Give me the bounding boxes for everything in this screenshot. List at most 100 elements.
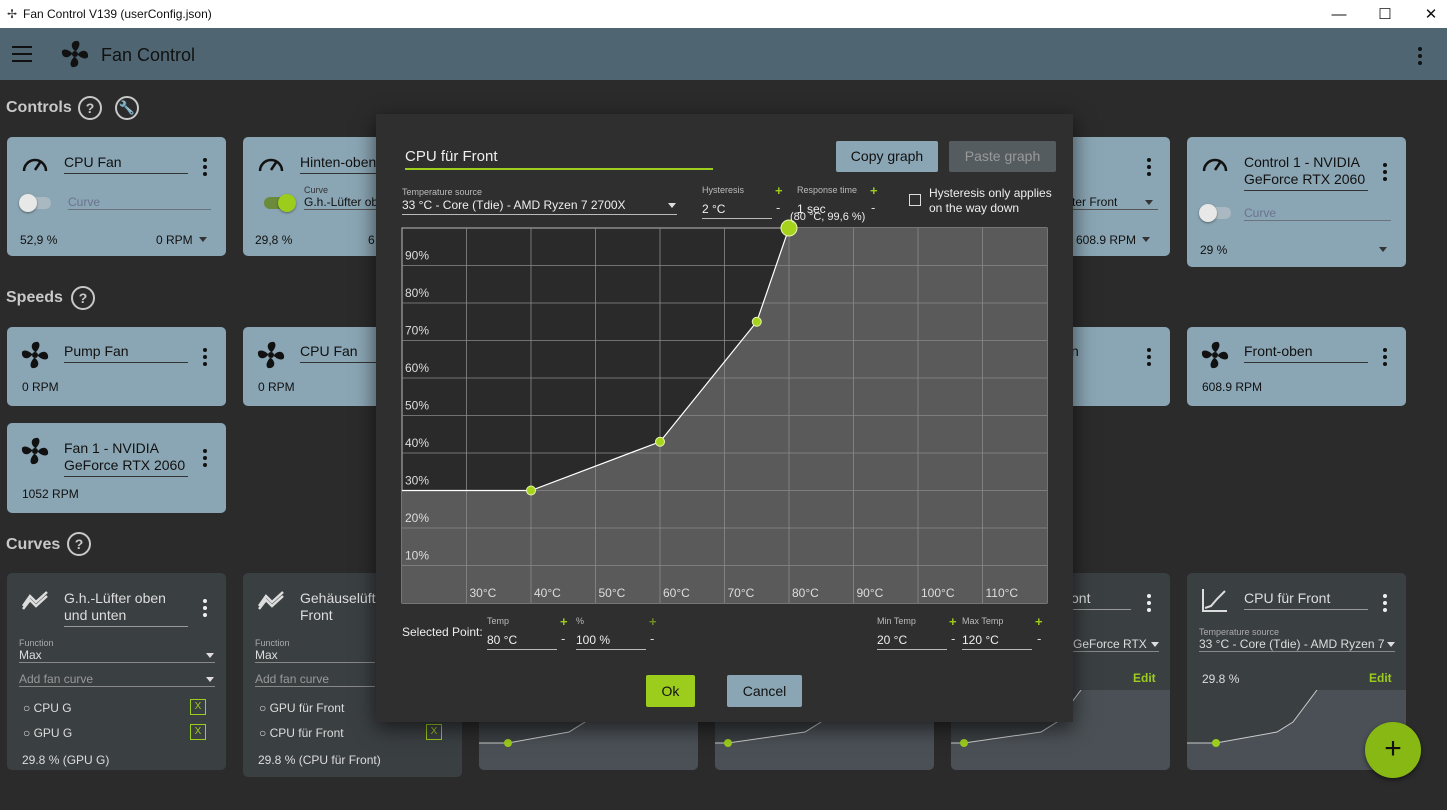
temp-input[interactable]: 80 °C bbox=[487, 633, 557, 650]
remove-button[interactable]: X bbox=[190, 724, 206, 740]
chart-y-tick-label: 30% bbox=[405, 474, 429, 488]
control-title[interactable]: Hinten-oben bbox=[300, 154, 383, 174]
percent-plus-button[interactable]: + bbox=[649, 614, 657, 629]
dropdown-arrow-icon[interactable] bbox=[206, 677, 214, 682]
list-item: ○ GPU G bbox=[23, 726, 73, 740]
function-select[interactable]: Max bbox=[19, 648, 215, 663]
chart-point[interactable] bbox=[655, 436, 665, 447]
card-menu-icon[interactable] bbox=[203, 158, 207, 179]
dropdown-arrow-icon[interactable] bbox=[206, 653, 214, 658]
maximize-button[interactable]: ☐ bbox=[1362, 0, 1408, 28]
dropdown-arrow-icon[interactable] bbox=[1145, 200, 1153, 205]
function-select[interactable]: Max bbox=[255, 648, 375, 663]
speed-title[interactable]: Pump Fan bbox=[64, 343, 188, 363]
speed-title[interactable]: Front-oben bbox=[1244, 343, 1368, 363]
edit-link[interactable]: Edit bbox=[1133, 671, 1156, 685]
temp-source-select[interactable]: GeForce RTX bbox=[1073, 637, 1159, 652]
close-button[interactable]: ✕ bbox=[1408, 0, 1447, 28]
chart-x-tick-label: 60°C bbox=[663, 586, 690, 600]
max-temp-minus-button[interactable]: - bbox=[1037, 631, 1041, 646]
toggle-switch[interactable] bbox=[19, 194, 51, 212]
speed-title[interactable]: CPU Fan bbox=[300, 343, 383, 363]
fan-curve-chart[interactable]: 30°C 40°C 50°C 60°C 70°C 80°C 90°C 100°C 110°C 10… bbox=[376, 114, 1073, 614]
card-menu-icon[interactable] bbox=[203, 348, 207, 369]
toggle-switch[interactable] bbox=[264, 194, 296, 212]
dropdown-arrow-icon[interactable] bbox=[1387, 642, 1395, 647]
chart-y-tick-label: 20% bbox=[405, 511, 429, 525]
temp-source-select[interactable]: 33 °C - Core (Tdie) - AMD Ryzen 7 bbox=[1199, 637, 1395, 652]
speed-title[interactable]: Fan 1 - NVIDIA GeForce RTX 2060 bbox=[64, 440, 188, 477]
edit-link[interactable]: Edit bbox=[1369, 671, 1392, 685]
ok-button[interactable]: Ok bbox=[646, 675, 695, 707]
toggle-switch[interactable] bbox=[1199, 204, 1231, 222]
control-card-front[interactable]: ter Front 608.9 RPM bbox=[1066, 137, 1170, 256]
cancel-button[interactable]: Cancel bbox=[727, 675, 802, 707]
card-menu-icon[interactable] bbox=[203, 449, 207, 470]
card-menu-icon[interactable] bbox=[1383, 163, 1387, 184]
card-menu-icon[interactable] bbox=[203, 599, 207, 620]
curve-title[interactable]: ont bbox=[1071, 590, 1131, 610]
card-menu-icon[interactable] bbox=[1147, 594, 1151, 615]
add-fan-curve-select[interactable]: Add fan curve bbox=[255, 672, 375, 687]
fan-icon bbox=[1201, 341, 1229, 369]
expand-chevron-icon[interactable] bbox=[1379, 247, 1387, 252]
curve-title[interactable]: CPU für Front bbox=[1244, 590, 1368, 610]
max-temp-plus-button[interactable]: + bbox=[1035, 614, 1043, 629]
control-title[interactable]: CPU Fan bbox=[64, 154, 188, 174]
curve-card-gh-luefter[interactable]: G.h.-Lüfter oben und unten Function Max … bbox=[7, 573, 226, 770]
curve-percent: 29.8 % bbox=[1202, 672, 1240, 686]
chart-point[interactable] bbox=[751, 316, 762, 327]
wrench-icon[interactable]: 🔧 bbox=[115, 96, 139, 120]
card-menu-icon[interactable] bbox=[1383, 348, 1387, 369]
app-title: Fan Control bbox=[101, 45, 196, 65]
help-icon[interactable]: ? bbox=[71, 286, 95, 310]
expand-chevron-icon[interactable] bbox=[1142, 237, 1150, 242]
minimize-button[interactable]: — bbox=[1316, 0, 1362, 28]
control-rpm: 608.9 RPM bbox=[1076, 233, 1137, 247]
speed-card-hidden[interactable]: n bbox=[1066, 327, 1170, 406]
help-icon[interactable]: ? bbox=[78, 96, 102, 120]
max-temp-input[interactable]: 120 °C bbox=[962, 633, 1032, 650]
add-fan-curve-select[interactable]: Add fan curve bbox=[19, 672, 215, 687]
temp-plus-button[interactable]: + bbox=[560, 614, 568, 629]
percent-input[interactable]: 100 % bbox=[576, 633, 646, 650]
mix-curve-icon bbox=[21, 591, 48, 610]
temp-minus-button[interactable]: - bbox=[561, 631, 565, 646]
control-percent: 29,8 % bbox=[255, 233, 293, 247]
dropdown-arrow-icon[interactable] bbox=[1151, 642, 1159, 647]
min-temp-input[interactable]: 20 °C bbox=[877, 633, 947, 650]
speed-card-cpu-fan[interactable]: CPU Fan 0 RPM bbox=[243, 327, 383, 406]
chart-x-tick-label: 90°C bbox=[857, 586, 884, 600]
control-card-nvidia[interactable]: Control 1 - NVIDIA GeForce RTX 2060 Curv… bbox=[1187, 137, 1406, 267]
control-title[interactable]: Control 1 - NVIDIA GeForce RTX 2060 bbox=[1244, 154, 1368, 191]
chart-point[interactable] bbox=[526, 485, 536, 496]
min-temp-plus-button[interactable]: + bbox=[949, 614, 957, 629]
speed-rpm: 0 RPM bbox=[258, 380, 295, 394]
section-speeds-title: Speeds bbox=[6, 289, 63, 306]
window-titlebar: ✢ Fan Control V139 (userConfig.json) — ☐… bbox=[0, 0, 1447, 28]
remove-button[interactable]: X bbox=[426, 724, 442, 740]
min-temp-minus-button[interactable]: - bbox=[951, 631, 955, 646]
card-menu-icon[interactable] bbox=[1147, 348, 1151, 369]
card-menu-icon[interactable] bbox=[1383, 594, 1387, 615]
expand-chevron-icon[interactable] bbox=[199, 237, 207, 242]
curve-status: 29.8 % (CPU für Front) bbox=[258, 753, 381, 767]
hamburger-menu-icon[interactable] bbox=[12, 46, 32, 62]
app-menu-icon[interactable] bbox=[1418, 47, 1422, 68]
curve-edit-dialog: CPU für Front Copy graph Paste graph Tem… bbox=[376, 114, 1073, 722]
chart-y-tick-label: 90% bbox=[405, 249, 429, 263]
curve-select[interactable]: Curve bbox=[68, 195, 211, 210]
curve-select[interactable]: G.h.-Lüfter ob bbox=[304, 195, 383, 210]
control-card-hinten-oben[interactable]: Hinten-oben Curve G.h.-Lüfter ob 29,8 % … bbox=[243, 137, 383, 256]
help-icon[interactable]: ? bbox=[67, 532, 91, 556]
remove-button[interactable]: X bbox=[190, 699, 206, 715]
curve-title[interactable]: G.h.-Lüfter oben und unten bbox=[64, 590, 188, 627]
add-fab-button[interactable]: + bbox=[1365, 722, 1421, 778]
curve-select[interactable]: Curve bbox=[1244, 206, 1391, 221]
speed-card-front-oben[interactable]: Front-oben 608.9 RPM bbox=[1187, 327, 1406, 406]
speed-card-pump-fan[interactable]: Pump Fan 0 RPM bbox=[7, 327, 226, 406]
control-card-cpu-fan[interactable]: CPU Fan Curve 52,9 % 0 RPM bbox=[7, 137, 226, 256]
card-menu-icon[interactable] bbox=[1147, 158, 1151, 179]
speed-card-nvidia[interactable]: Fan 1 - NVIDIA GeForce RTX 2060 1052 RPM bbox=[7, 423, 226, 513]
percent-minus-button[interactable]: - bbox=[650, 631, 654, 646]
